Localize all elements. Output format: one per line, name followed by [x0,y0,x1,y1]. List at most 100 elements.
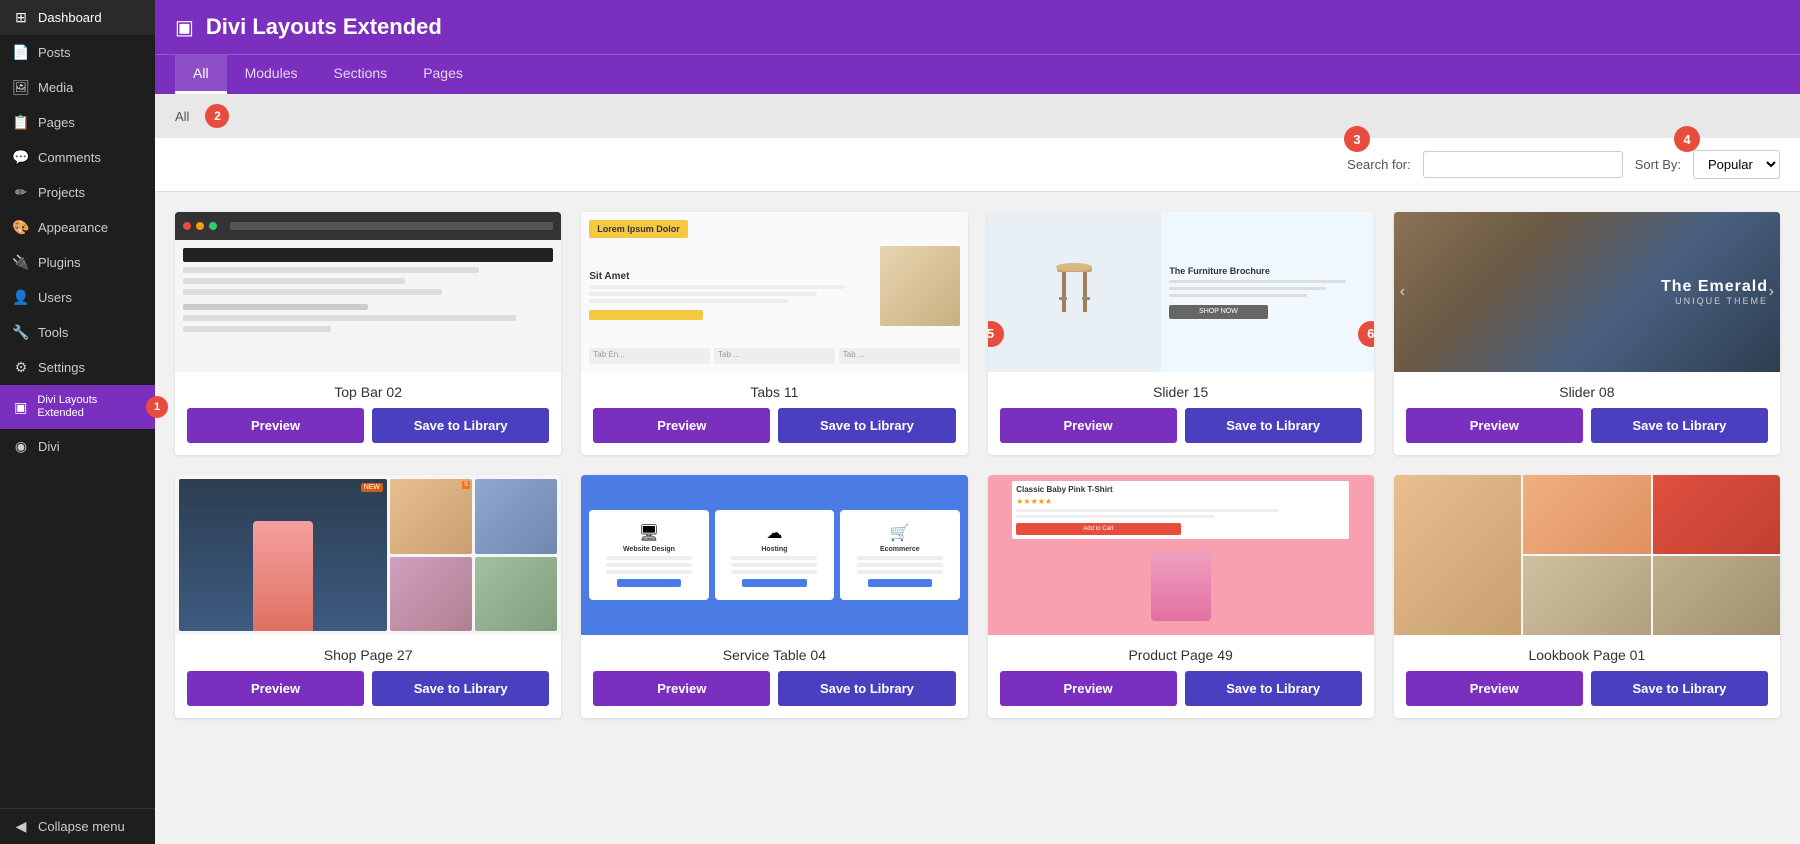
tab-all[interactable]: All [175,55,227,94]
sidebar-item-label: Users [38,290,72,305]
preview-button[interactable]: Preview [1406,671,1583,706]
emerald-subtitle: UNIQUE THEME [1661,296,1768,306]
preview-button[interactable]: Preview [593,408,770,443]
card-actions: Preview Save to Library [988,408,1374,455]
sidebar-item-label: Appearance [38,220,108,235]
save-to-library-button[interactable]: Save to Library [778,408,955,443]
plugins-icon: 🔌 [12,254,30,271]
sidebar-item-dashboard[interactable]: ⊞ Dashboard [0,0,155,35]
sidebar-item-plugins[interactable]: 🔌 Plugins [0,245,155,280]
sidebar-item-label: Settings [38,360,85,375]
sidebar-item-label: Posts [38,45,71,60]
filter-badge-2: 2 [205,104,229,128]
save-to-library-button[interactable]: Save to Library [1591,408,1768,443]
sidebar-item-divi[interactable]: ◉ Divi [0,429,155,464]
comments-icon: 💬 [12,149,30,166]
header-title: Divi Layouts Extended [206,14,442,40]
sidebar-item-pages[interactable]: 📋 Pages [0,105,155,140]
card-title: Service Table 04 [581,635,967,671]
search-label: Search for: [1347,157,1411,172]
stool-illustration [1047,252,1102,332]
emerald-title: The Emerald [1661,278,1768,296]
divi-icon: ◉ [12,438,30,455]
sidebar-item-label: Media [38,80,73,95]
prev-arrow: ‹ [1400,283,1405,301]
preview-button[interactable]: Preview [593,671,770,706]
sidebar-item-media[interactable]: 🖼 Media [0,70,155,105]
sidebar-item-label: Tools [38,325,68,340]
cards-grid: Top Bar 02 Preview Save to Library Lorem… [175,212,1780,718]
filter-bar: All 2 [155,94,1800,138]
users-icon: 👤 [12,289,30,306]
card-preview-top-bar-02 [175,212,561,372]
service-card-2: ☁ Hosting [715,510,834,600]
collapse-icon: ◀ [12,818,30,835]
dashboard-icon: ⊞ [12,9,30,26]
card-actions: Preview Save to Library [581,408,967,455]
sidebar-item-projects[interactable]: ✏ Projects [0,175,155,210]
header-icon: ▣ [175,15,194,40]
card-actions: Preview Save to Library [175,671,561,718]
sort-select[interactable]: Popular Newest Oldest [1693,150,1780,179]
sidebar-item-posts[interactable]: 📄 Posts [0,35,155,70]
ecommerce-icon: 🛒 [890,523,910,543]
toolbar: 3 4 Search for: Sort By: Popular Newest … [155,138,1800,192]
pages-icon: 📋 [12,114,30,131]
card-actions: Preview Save to Library [581,671,967,718]
sidebar-item-label: Divi [38,439,60,454]
save-to-library-button[interactable]: Save to Library [1591,671,1768,706]
tab-pages[interactable]: Pages [405,55,481,94]
sidebar-item-users[interactable]: 👤 Users [0,280,155,315]
card-title: Slider 15 [988,372,1374,408]
sidebar-item-settings[interactable]: ⚙ Settings [0,350,155,385]
hosting-icon: ☁ [766,523,782,543]
preview-button[interactable]: Preview [1000,408,1177,443]
card-actions: Preview Save to Library [988,671,1374,718]
card-service-table-04: 🖥 Website Design ☁ Hosting [581,475,967,718]
preview-button[interactable]: Preview [187,671,364,706]
card-actions: Preview Save to Library [1394,408,1780,455]
card-tabs-11: Lorem Ipsum Dolor Sit Amet [581,212,967,455]
save-to-library-button[interactable]: Save to Library [778,671,955,706]
service-card-1: 🖥 Website Design [589,510,708,600]
sidebar-item-appearance[interactable]: 🎨 Appearance [0,210,155,245]
preview-button[interactable]: Preview [187,408,364,443]
sidebar-item-collapse[interactable]: ◀ Collapse menu [0,808,155,844]
sidebar: ⊞ Dashboard 📄 Posts 🖼 Media 📋 Pages 💬 Co… [0,0,155,844]
card-slider-15: 5 6 [988,212,1374,455]
sidebar-item-comments[interactable]: 💬 Comments [0,140,155,175]
card-preview-tabs-11: Lorem Ipsum Dolor Sit Amet [581,212,967,372]
settings-icon: ⚙ [12,359,30,376]
save-to-library-button[interactable]: Save to Library [372,408,549,443]
sidebar-item-divi-layouts[interactable]: ▣ Divi Layouts Extended 1 [0,385,155,429]
card-preview-shop-page-27: NEW S [175,475,561,635]
card-product-page-49: Classic Baby Pink T-Shirt ★★★★★ Add to C… [988,475,1374,718]
card-shop-page-27: NEW S Shop Page 27 [175,475,561,718]
sidebar-item-label: Dashboard [38,10,102,25]
cards-area: Top Bar 02 Preview Save to Library Lorem… [155,192,1800,844]
tab-modules[interactable]: Modules [227,55,316,94]
service-card-3: 🛒 Ecommerce [840,510,959,600]
page-header: ▣ Divi Layouts Extended [155,0,1800,54]
card-preview-slider-15: The Furniture Brochure SHOP NOW [988,212,1374,372]
card-title: Product Page 49 [988,635,1374,671]
card-title: Slider 08 [1394,372,1780,408]
save-to-library-button[interactable]: Save to Library [372,671,549,706]
save-to-library-button[interactable]: Save to Library [1185,671,1362,706]
card-top-bar-02: Top Bar 02 Preview Save to Library [175,212,561,455]
preview-button[interactable]: Preview [1406,408,1583,443]
card-preview-product-page-49: Classic Baby Pink T-Shirt ★★★★★ Add to C… [988,475,1374,635]
appearance-icon: 🎨 [12,219,30,236]
card-title: Top Bar 02 [175,372,561,408]
card-title: Shop Page 27 [175,635,561,671]
search-input[interactable] [1423,151,1623,178]
sidebar-item-label: Collapse menu [38,819,125,834]
sidebar-item-tools[interactable]: 🔧 Tools [0,315,155,350]
sidebar-item-label: Plugins [38,255,81,270]
sidebar-item-label: Divi Layouts Extended [37,394,143,420]
preview-button[interactable]: Preview [1000,671,1177,706]
tab-sections[interactable]: Sections [315,55,405,94]
card-preview-slider-08: The Emerald UNIQUE THEME ‹ › [1394,212,1780,372]
save-to-library-button[interactable]: Save to Library [1185,408,1362,443]
sort-label: Sort By: [1635,157,1681,172]
